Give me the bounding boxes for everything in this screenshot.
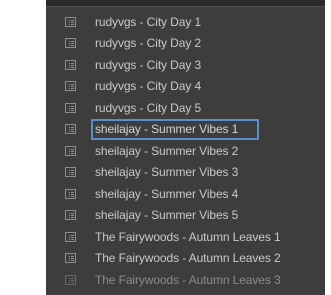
collection-icon [65,59,76,70]
collection-icon [65,145,76,156]
collection-label: rudyvgs - City Day 5 [95,100,202,115]
collection-icon [65,167,76,178]
collection-label: sheilajay - Summer Vibes 1 [95,122,239,137]
panel-header-edge [46,0,325,7]
collection-icon [65,81,76,92]
collection-item[interactable]: sheilajay - Summer Vibes 2 [46,140,325,162]
collection-item[interactable]: sheilajay - Summer Vibes 5 [46,205,325,227]
collection-item[interactable]: sheilajay - Summer Vibes 4 [46,183,325,205]
collection-list: rudyvgs - City Day 1 rudyvgs - City Day … [46,11,325,291]
collection-icon [65,253,76,264]
collection-item[interactable]: sheilajay - Summer Vibes 3 [46,162,325,184]
collection-label: sheilajay - Summer Vibes 4 [95,186,239,201]
collection-icon [65,210,76,221]
collection-item[interactable]: The Fairywoods - Autumn Leaves 3 [46,269,325,291]
collection-label: rudyvgs - City Day 4 [95,79,202,94]
collection-item[interactable]: The Fairywoods - Autumn Leaves 2 [46,248,325,270]
collection-icon [65,16,76,27]
collection-icon [65,231,76,242]
collection-item[interactable]: rudyvgs - City Day 5 [46,97,325,119]
collection-label: rudyvgs - City Day 3 [95,57,202,72]
collection-label: The Fairywoods - Autumn Leaves 2 [95,251,281,266]
collection-icon [65,102,76,113]
collection-item[interactable]: rudyvgs - City Day 2 [46,33,325,55]
collection-icon [65,38,76,49]
collection-label: sheilajay - Summer Vibes 3 [95,165,239,180]
collection-label: rudyvgs - City Day 1 [95,14,202,29]
collection-label: sheilajay - Summer Vibes 5 [95,208,239,223]
collection-icon [65,188,76,199]
collection-icon [65,124,76,135]
collection-item[interactable]: The Fairywoods - Autumn Leaves 1 [46,226,325,248]
collections-panel: rudyvgs - City Day 1 rudyvgs - City Day … [46,0,325,295]
collection-icon [65,274,76,285]
collection-label: sheilajay - Summer Vibes 2 [95,143,239,158]
collection-label: The Fairywoods - Autumn Leaves 3 [95,272,281,287]
collection-item[interactable]: rudyvgs - City Day 4 [46,76,325,98]
collection-item[interactable]: rudyvgs - City Day 1 [46,11,325,33]
collection-item-selected[interactable]: sheilajay - Summer Vibes 1 [46,118,325,141]
collection-item[interactable]: rudyvgs - City Day 3 [46,54,325,76]
collection-label: The Fairywoods - Autumn Leaves 1 [95,229,281,244]
collection-label: rudyvgs - City Day 2 [95,36,202,51]
